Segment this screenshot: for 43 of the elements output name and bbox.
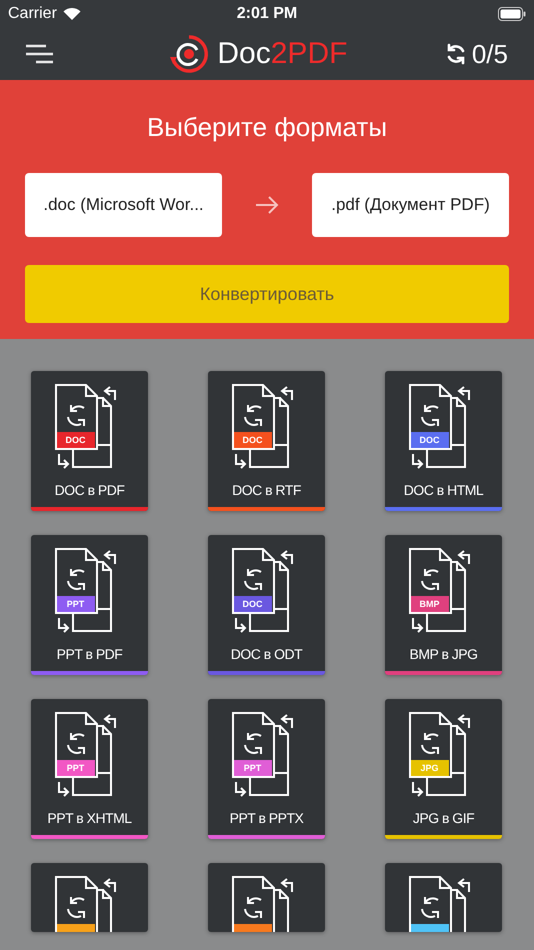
target-format-field[interactable]: .pdf (Документ PDF) [312, 173, 509, 237]
conversion-card[interactable] [31, 863, 148, 932]
carrier-label: Carrier [8, 5, 57, 23]
format-badge: DOC [56, 432, 94, 448]
conversion-card[interactable]: JPG JPG в GIF [385, 699, 502, 839]
format-badge: PPT [56, 760, 94, 776]
conversion-card[interactable]: BMP BMP в JPG [385, 535, 502, 675]
format-badge: PPT [56, 596, 94, 612]
conversion-counter: 0/5 [472, 38, 508, 70]
card-label: DOC в ODT [230, 646, 302, 662]
conversion-card[interactable]: DOC DOC в PDF [31, 371, 148, 511]
format-badge: BMP [410, 596, 448, 612]
card-label: DOC в HTML [404, 482, 484, 498]
app-title: Doc2PDF [217, 37, 348, 71]
format-badge: JPG [410, 760, 448, 776]
conversion-card[interactable]: DOC DOC в RTF [208, 371, 325, 511]
card-label: DOC в RTF [232, 482, 301, 498]
card-label: PPT в PDF [56, 646, 122, 662]
card-label: PPT в XHTML [47, 810, 132, 826]
card-label: PPT в PPTX [230, 810, 304, 826]
format-badge: DOC [410, 432, 448, 448]
conversion-card[interactable]: DOC DOC в ODT [208, 535, 325, 675]
source-format-field[interactable]: .doc (Microsoft Wor... [25, 173, 222, 237]
logo-icon [169, 34, 210, 74]
conversion-card[interactable]: DOC DOC в HTML [385, 371, 502, 511]
conversion-card[interactable]: PPT PPT в PDF [31, 535, 148, 675]
format-badge: PPT [234, 760, 272, 776]
card-label: JPG в GIF [412, 810, 474, 826]
conversion-card[interactable]: PPT PPT в PPTX [208, 699, 325, 839]
conversion-card[interactable]: PPT PPT в XHTML [31, 699, 148, 839]
section-title: Выберите форматы [146, 112, 388, 143]
battery-icon [498, 7, 526, 21]
status-time: 2:01 PM [236, 5, 298, 23]
menu-icon[interactable] [26, 44, 53, 64]
conversion-card[interactable] [385, 863, 502, 932]
card-label: BMP в JPG [409, 646, 478, 662]
wifi-icon [62, 7, 81, 21]
arrow-right-icon [255, 195, 279, 215]
conversion-card[interactable] [208, 863, 325, 932]
format-badge: DOC [234, 596, 272, 612]
format-badge: DOC [234, 432, 272, 448]
convert-button[interactable]: Конвертировать [25, 265, 509, 323]
card-label: DOC в PDF [54, 482, 124, 498]
